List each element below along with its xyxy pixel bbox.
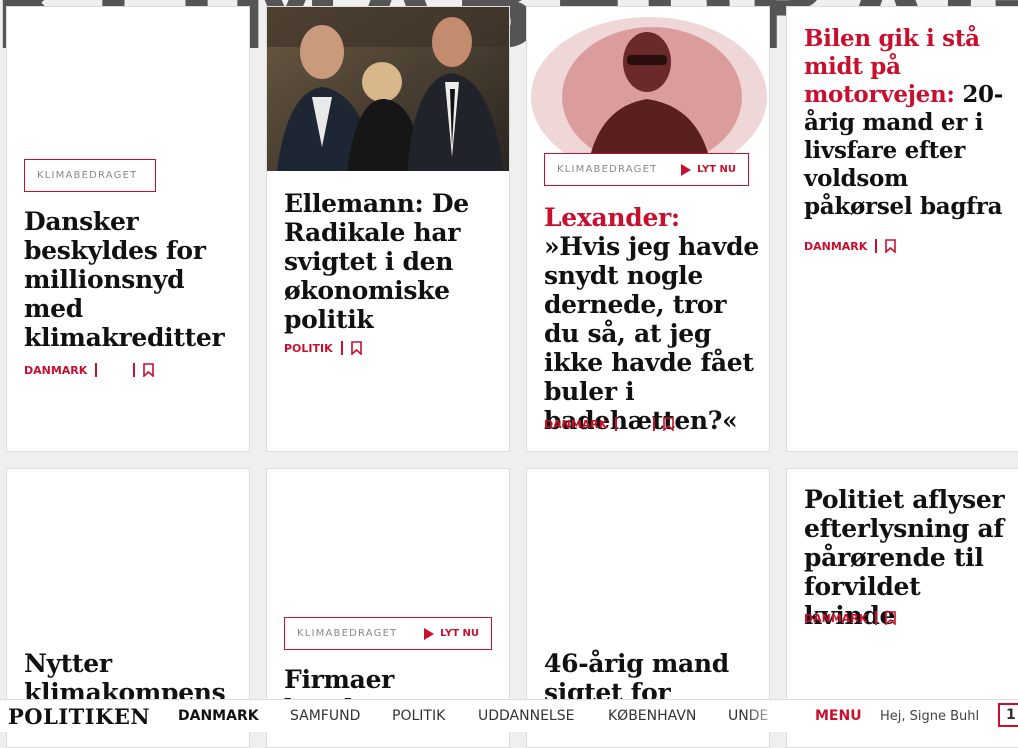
tag-text: KLIMABEDRAGET [37, 170, 138, 181]
notification-count[interactable]: 1 [998, 703, 1018, 727]
bookmark-icon[interactable] [143, 363, 155, 377]
play-icon [424, 627, 435, 640]
article-headline[interactable]: Lexander: »Hvis jeg havde snydt nogle de… [544, 203, 762, 435]
article-headline[interactable]: Bilen gik i stå midt på motorvejen: 20-å… [804, 25, 1014, 221]
bookmark-icon[interactable] [885, 239, 897, 253]
section-link[interactable]: DANMARK [804, 240, 867, 253]
article-card[interactable]: Ellemann: De Radikale har svigtet i den … [266, 6, 510, 452]
divider [340, 341, 343, 355]
nav-item-samfund[interactable]: SAMFUND [290, 708, 360, 724]
tag-label[interactable]: KLIMABEDRAGET LYT NU [544, 153, 749, 186]
article-meta: DANMARK [24, 363, 155, 377]
article-card[interactable]: KLIMABEDRAGET Dansker beskyldes for mill… [6, 6, 250, 452]
user-greeting[interactable]: Hej, Signe Buhl [880, 709, 979, 724]
section-link[interactable]: DANMARK [24, 364, 87, 377]
section-link[interactable]: POLITIK [284, 342, 333, 355]
tag-label[interactable]: KLIMABEDRAGET LYT NU [284, 617, 492, 650]
tag-text: KLIMABEDRAGET [557, 164, 658, 175]
bookmark-icon[interactable] [663, 417, 675, 431]
section-link[interactable]: DANMARK [544, 418, 607, 431]
site-logo[interactable]: POLITIKEN [8, 704, 150, 729]
article-card[interactable]: Bilen gik i stå midt på motorvejen: 20-å… [786, 6, 1018, 452]
listen-button[interactable]: LYT NU [681, 163, 736, 176]
article-meta: POLITIK [284, 341, 362, 355]
divider [133, 363, 136, 377]
article-meta: DANMARK [544, 417, 675, 431]
bookmark-icon[interactable] [885, 611, 897, 625]
nav-fade [745, 700, 785, 732]
divider [875, 239, 878, 253]
article-headline[interactable]: Politiet aflyser efterlysning af pårøren… [804, 485, 1018, 630]
menu-button[interactable]: MENU [815, 708, 862, 724]
section-link[interactable]: DANMARK [804, 612, 867, 625]
divider [875, 611, 878, 625]
listen-button[interactable]: LYT NU [424, 627, 479, 640]
nav-item-koebenhavn[interactable]: KØBENHAVN [608, 708, 696, 724]
nav-item-danmark[interactable]: DANMARK [178, 708, 259, 724]
play-icon [681, 163, 692, 176]
article-photo[interactable] [267, 7, 510, 171]
article-photo[interactable] [527, 7, 770, 171]
divider [653, 417, 656, 431]
main-navigation: POLITIKEN DANMARK SAMFUND POLITIK UDDANN… [0, 699, 1018, 732]
tag-label[interactable]: KLIMABEDRAGET [24, 159, 156, 192]
bookmark-icon[interactable] [350, 341, 362, 355]
nav-item-politik[interactable]: POLITIK [392, 708, 445, 724]
nav-item-uddannelse[interactable]: UDDANNELSE [478, 708, 574, 724]
article-headline[interactable]: Dansker beskyldes for millionsnyd med kl… [24, 207, 239, 352]
tag-text: KLIMABEDRAGET [297, 628, 398, 639]
article-card[interactable]: KLIMABEDRAGET LYT NU Lexander: »Hvis jeg… [526, 6, 770, 452]
article-meta: DANMARK [804, 611, 897, 625]
divider [95, 363, 98, 377]
divider [615, 417, 618, 431]
article-headline[interactable]: Ellemann: De Radikale har svigtet i den … [284, 189, 499, 334]
article-meta: DANMARK [804, 239, 897, 253]
